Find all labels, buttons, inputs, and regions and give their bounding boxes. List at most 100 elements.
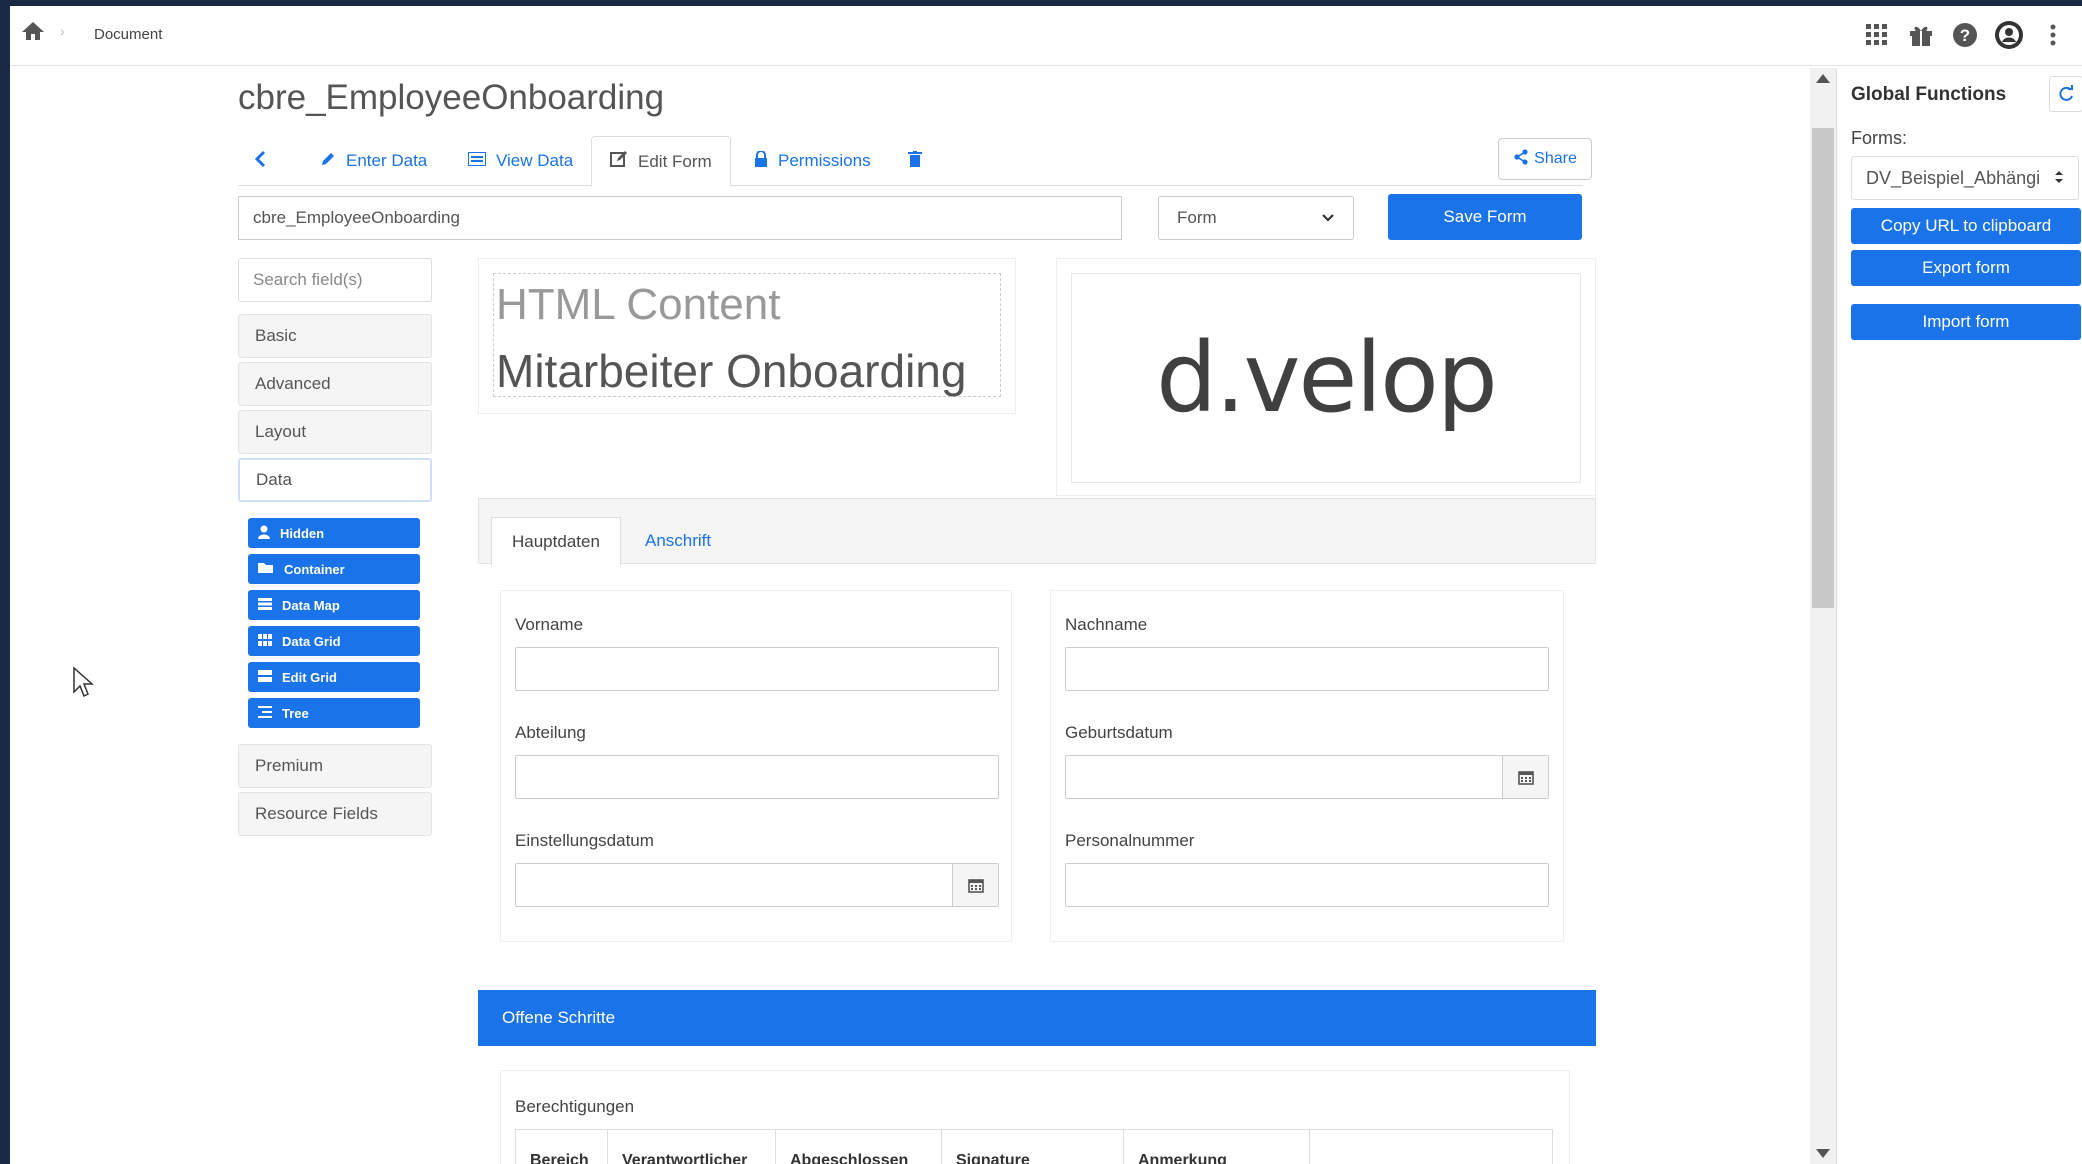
panel-offene-schritte-header[interactable]: Offene Schritte	[478, 990, 1596, 1046]
top-navbar: › Document ?	[10, 6, 2082, 66]
component-tree[interactable]: Tree	[248, 698, 420, 728]
grid-header: Abgeschlossen	[776, 1130, 942, 1164]
group-data[interactable]: Data	[238, 458, 432, 502]
help-icon[interactable]: ?	[1950, 18, 1980, 52]
component-edit-grid-label: Edit Grid	[282, 669, 337, 685]
user-secret-icon	[258, 525, 270, 542]
scroll-up-icon[interactable]	[1816, 74, 1830, 83]
field-geburtsdatum: Geburtsdatum	[1065, 723, 1549, 799]
home-icon[interactable]	[20, 20, 46, 47]
group-basic[interactable]: Basic	[238, 314, 432, 358]
tab-anschrift[interactable]: Anschrift	[625, 517, 731, 565]
tab-view-data[interactable]: View Data	[467, 136, 574, 186]
share-icon	[1513, 148, 1529, 170]
geburtsdatum-input[interactable]	[1065, 755, 1549, 799]
component-hidden[interactable]: Hidden	[248, 518, 420, 548]
copy-url-button[interactable]: Copy URL to clipboard	[1851, 208, 2081, 244]
top-icons: ?	[1862, 18, 2068, 52]
list-icon	[467, 151, 487, 171]
html-content-component[interactable]: HTML Content Mitarbeiter Onboarding	[478, 258, 1016, 414]
grid-header: Verantwortlicher	[608, 1130, 776, 1164]
refresh-icon[interactable]	[2049, 76, 2082, 112]
field-einstellungsdatum: Einstellungsdatum	[515, 831, 999, 907]
group-resource-fields[interactable]: Resource Fields	[238, 792, 432, 836]
back-tab[interactable]	[254, 136, 266, 186]
group-premium[interactable]: Premium	[238, 744, 432, 788]
more-vertical-icon[interactable]	[2038, 18, 2068, 52]
main-scrollbar[interactable]	[1810, 68, 1836, 1164]
field-nachname: Nachname	[1065, 615, 1549, 691]
breadcrumb-document[interactable]: Document	[94, 26, 162, 43]
berechtigungen-grid: Bereich Verantwortlicher Abgeschlossen S…	[515, 1129, 1553, 1164]
forms-label: Forms:	[1851, 128, 1907, 148]
component-tree-label: Tree	[282, 705, 309, 721]
data-components: Hidden Container Data Map Data Grid Edit…	[238, 506, 432, 744]
chevron-down-icon	[1321, 208, 1335, 228]
forms-select-value: DV_Beispiel_Abhängi	[1866, 167, 2041, 188]
user-avatar-icon[interactable]	[1994, 18, 2024, 52]
component-edit-grid[interactable]: Edit Grid	[248, 662, 420, 692]
component-data-map[interactable]: Data Map	[248, 590, 420, 620]
tab-view-data-label: View Data	[496, 151, 574, 170]
scroll-down-icon[interactable]	[1816, 1149, 1830, 1158]
field-einstellungsdatum-label: Einstellungsdatum	[515, 831, 654, 850]
edit-icon	[610, 150, 628, 173]
personalnummer-input[interactable]	[1065, 863, 1549, 907]
save-form-button[interactable]: Save Form	[1388, 194, 1582, 240]
grid-icon	[258, 633, 272, 649]
tasks-icon	[258, 669, 272, 685]
dvelop-logo: d.velop	[1156, 322, 1498, 434]
search-fields-input[interactable]: Search field(s)	[238, 258, 432, 302]
form-builder-main: cbre_EmployeeOnboarding Enter Data View …	[238, 68, 1598, 1164]
breadcrumb-separator: ›	[60, 23, 65, 39]
share-button[interactable]: Share	[1498, 138, 1592, 180]
form-name-input[interactable]: cbre_EmployeeOnboarding	[238, 196, 1122, 240]
form-type-value: Form	[1177, 208, 1217, 227]
component-container-label: Container	[284, 561, 345, 577]
grid-label: Berechtigungen	[515, 1097, 635, 1116]
page-title: cbre_EmployeeOnboarding	[238, 78, 665, 117]
einstellungsdatum-input[interactable]	[515, 863, 999, 907]
chevron-left-icon	[254, 150, 266, 173]
nachname-input[interactable]	[1065, 647, 1549, 691]
import-form-button[interactable]: Import form	[1851, 304, 2081, 340]
grid-header: Anmerkung	[1124, 1130, 1310, 1164]
trash-icon	[908, 150, 922, 172]
tab-enter-data[interactable]: Enter Data	[320, 136, 427, 186]
mouse-pointer-icon	[72, 666, 94, 703]
group-layout[interactable]: Layout	[238, 410, 432, 454]
logo-component[interactable]: d.velop	[1056, 258, 1596, 496]
form-canvas: HTML Content Mitarbeiter Onboarding d.ve…	[478, 258, 1596, 1164]
field-personalnummer-label: Personalnummer	[1065, 831, 1195, 850]
share-label: Share	[1534, 150, 1577, 167]
group-advanced[interactable]: Advanced	[238, 362, 432, 406]
right-column: Nachname Geburtsdatum Personalnummer	[1050, 590, 1564, 942]
calendar-icon[interactable]	[1502, 756, 1548, 798]
svg-text:?: ?	[1960, 26, 1970, 45]
field-personalnummer: Personalnummer	[1065, 831, 1549, 907]
field-abteilung-label: Abteilung	[515, 723, 586, 742]
sort-icon	[2054, 168, 2064, 189]
forms-select[interactable]: DV_Beispiel_Abhängi	[1851, 156, 2079, 200]
vorname-input[interactable]	[515, 647, 999, 691]
delete-tab[interactable]	[908, 136, 922, 186]
tab-edit-form[interactable]: Edit Form	[591, 136, 731, 187]
apps-grid-icon[interactable]	[1862, 18, 1892, 52]
component-sidebar: Search field(s) Basic Advanced Layout Da…	[238, 258, 432, 840]
pencil-icon	[320, 151, 336, 172]
left-column: Vorname Abteilung Einstellungsdatum	[500, 590, 1012, 942]
component-data-grid[interactable]: Data Grid	[248, 626, 420, 656]
field-nachname-label: Nachname	[1065, 615, 1148, 634]
scrollbar-thumb[interactable]	[1812, 128, 1834, 608]
abteilung-input[interactable]	[515, 755, 999, 799]
tab-hauptdaten[interactable]: Hauptdaten	[491, 517, 621, 565]
calendar-icon[interactable]	[952, 864, 998, 906]
gift-icon[interactable]	[1906, 18, 1936, 52]
export-form-button[interactable]: Export form	[1851, 250, 2081, 286]
form-type-select[interactable]: Form	[1158, 196, 1354, 240]
field-vorname-label: Vorname	[515, 615, 584, 634]
app-window: › Document ? cbre_EmployeeOnboarding Ent…	[10, 6, 2082, 1164]
tab-permissions[interactable]: Permissions	[754, 136, 871, 186]
component-container[interactable]: Container	[248, 554, 420, 584]
indent-icon	[258, 705, 272, 721]
